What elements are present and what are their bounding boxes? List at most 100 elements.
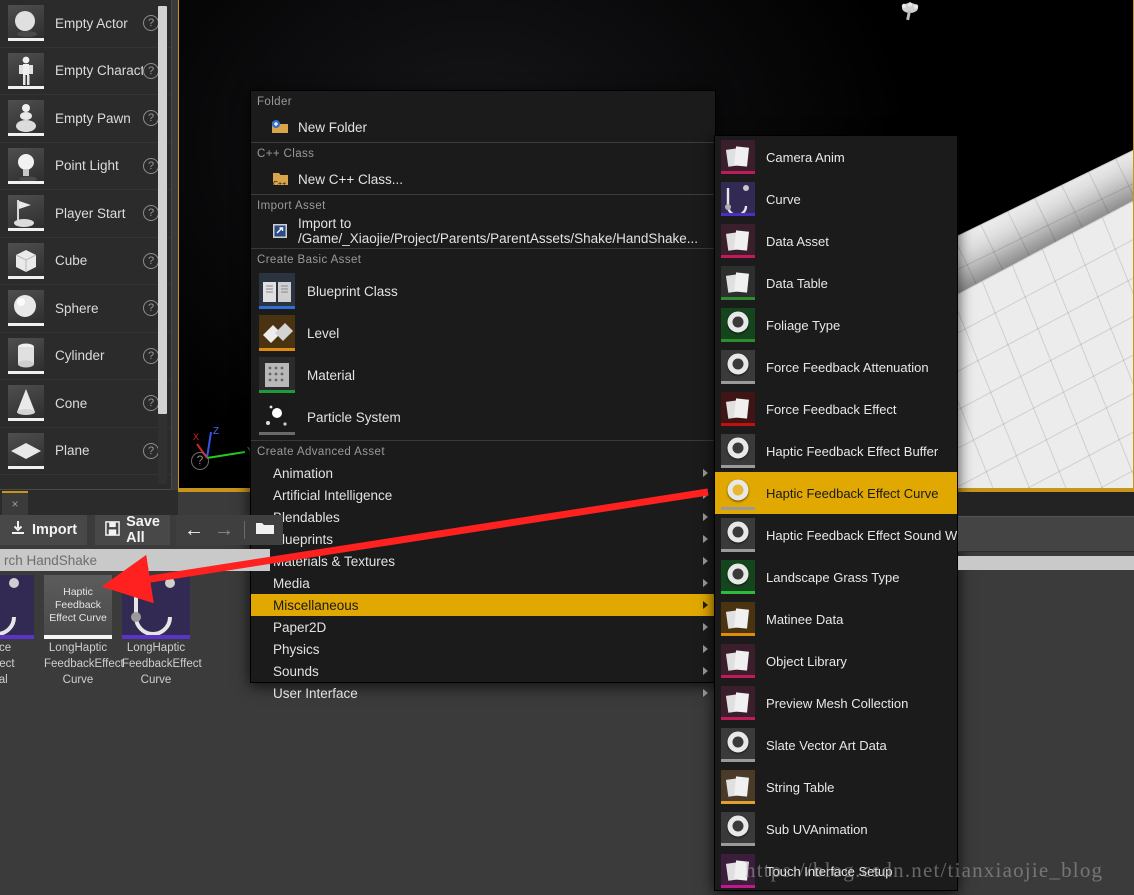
place-item-sphere[interactable]: Sphere?: [0, 285, 171, 333]
advanced-category-physics[interactable]: Physics: [251, 638, 715, 660]
submenu-item-object-library[interactable]: Object Library: [715, 640, 957, 682]
place-item-point-light[interactable]: Point Light?: [0, 143, 171, 190]
submenu-item-force-feedback-attenuation[interactable]: Force Feedback Attenuation: [715, 346, 957, 388]
content-browser-context-menu[interactable]: Folder New Folder C++ Class C++ New C++ Clas…: [250, 90, 716, 701]
context-heading-import-asset: Import Asset: [251, 194, 715, 216]
submenu-item-data-asset[interactable]: Data Asset: [715, 220, 957, 262]
submenu-item-foliage-type[interactable]: Foliage Type: [715, 304, 957, 346]
advanced-category-materials-textures[interactable]: Materials & Textures: [251, 550, 715, 572]
chevron-right-icon: [703, 469, 708, 477]
plane-icon: [8, 432, 44, 469]
submenu-item-haptic-feedback-effect-buffer[interactable]: Haptic Feedback Effect Buffer: [715, 430, 957, 472]
place-actors-panel: Empty Actor? Empty Charact? Empty Pawn? Poi…: [0, 0, 172, 490]
asset-name-line: FeedbackEffect: [122, 658, 202, 670]
context-item-import[interactable]: Import to /Game/_Xiaojie/Project/Parents…: [251, 216, 715, 246]
submenu-item-matinee-data[interactable]: Matinee Data: [715, 598, 957, 640]
submenu-item-label: Force Feedback Effect: [766, 401, 897, 417]
asset-name-line: LongHaptic: [126, 642, 186, 654]
help-icon[interactable]: ?: [143, 110, 159, 127]
advanced-category-artificial-intelligence[interactable]: Artificial Intelligence: [251, 484, 715, 506]
create-asset-blueprint-class[interactable]: Blueprint Class: [251, 270, 715, 312]
import-button[interactable]: Import: [0, 515, 88, 545]
help-icon[interactable]: ?: [143, 157, 159, 174]
help-icon[interactable]: ?: [143, 205, 159, 222]
submenu-item-label: Preview Mesh Collection: [766, 695, 909, 711]
content-browser-asset[interactable]: Haptic Feedback Effect Curve LongHaptic Feed…: [44, 575, 124, 690]
submenu-item-string-table[interactable]: String Table: [715, 766, 957, 808]
asset-name-line: FeedbackEffect: [44, 658, 124, 670]
place-item-empty-charact[interactable]: Empty Charact?: [0, 48, 171, 95]
help-icon[interactable]: ?: [143, 252, 159, 269]
submenu-item-camera-anim[interactable]: Camera Anim: [715, 136, 957, 178]
landscape-grass-type-icon: [721, 560, 755, 594]
character-icon: [8, 52, 44, 89]
place-item-cone[interactable]: Cone?: [0, 380, 171, 428]
context-item-cpp-class[interactable]: C++ New C++ Class...: [251, 164, 715, 194]
content-browser-search-input[interactable]: rch HandShake: [0, 549, 270, 571]
content-browser-asset[interactable]: orce Effect nal: [0, 575, 34, 690]
right-panel-toolbar-strip: [958, 516, 1134, 552]
submenu-item-force-feedback-effect[interactable]: Force Feedback Effect: [715, 388, 957, 430]
submenu-item-label: Object Library: [766, 653, 847, 669]
advanced-category-blendables[interactable]: Blendables: [251, 506, 715, 528]
place-item-cylinder[interactable]: Cylinder?: [0, 333, 171, 380]
content-browser-asset[interactable]: LongHaptic FeedbackEffect Curve: [122, 575, 202, 690]
submenu-item-label: Foliage Type: [766, 317, 841, 333]
create-asset-level[interactable]: Level: [251, 312, 715, 354]
advanced-category-blueprints[interactable]: Blueprints: [251, 528, 715, 550]
context-item-new-folder[interactable]: New Folder: [251, 112, 715, 142]
help-icon[interactable]: ?: [143, 442, 159, 459]
miscellaneous-submenu[interactable]: Camera Anim Curve Data Asset Data Table Foli…: [714, 135, 958, 891]
place-item-player-start[interactable]: Player Start?: [0, 190, 171, 238]
submenu-item-haptic-feedback-effect-sound-wave[interactable]: Haptic Feedback Effect Sound Wave: [715, 514, 957, 556]
create-asset-label: Blueprint Class: [307, 283, 398, 299]
place-item-cube[interactable]: Cube?: [0, 238, 171, 285]
advanced-category-animation[interactable]: Animation: [251, 462, 715, 484]
advanced-category-media[interactable]: Media: [251, 572, 715, 594]
viewport-mesh-object[interactable]: [897, 0, 923, 26]
right-panel-search-strip: [958, 556, 1134, 570]
asset-thumbnail[interactable]: [0, 575, 34, 639]
place-item-plane[interactable]: Plane?: [0, 428, 171, 475]
create-asset-particle-system[interactable]: Particle System: [251, 396, 715, 438]
help-icon[interactable]: ?: [143, 15, 159, 32]
submenu-item-label: Camera Anim: [766, 149, 845, 165]
advanced-category-label: Media: [273, 575, 310, 591]
asset-thumbnail-selected[interactable]: Haptic Feedback Effect Curve: [44, 575, 112, 639]
submenu-item-curve[interactable]: Curve: [715, 178, 957, 220]
content-browser-nav-group: ← →: [175, 515, 283, 545]
content-browser-tab-close[interactable]: ×: [2, 491, 28, 515]
help-icon[interactable]: ?: [143, 395, 159, 412]
submenu-item-sub-uvanimation[interactable]: Sub UVAnimation: [715, 808, 957, 850]
folder-icon[interactable]: [255, 520, 275, 541]
advanced-category-miscellaneous[interactable]: Miscellaneous: [251, 594, 715, 616]
advanced-category-user-interface[interactable]: User Interface: [251, 682, 715, 704]
advanced-category-paper2d[interactable]: Paper2D: [251, 616, 715, 638]
forward-arrow-icon[interactable]: →: [214, 520, 234, 540]
asset-thumbnail[interactable]: [122, 575, 190, 639]
back-arrow-icon[interactable]: ←: [184, 520, 204, 540]
help-icon[interactable]: ?: [143, 347, 159, 364]
place-item-empty-actor[interactable]: Empty Actor?: [0, 0, 171, 48]
place-panel-scroll-thumb[interactable]: [158, 6, 167, 414]
help-icon[interactable]: ?: [143, 62, 159, 79]
create-advanced-asset-list: Animation Artificial Intelligence Blendabl…: [251, 462, 715, 704]
create-asset-material[interactable]: Material: [251, 354, 715, 396]
help-icon[interactable]: ?: [143, 300, 159, 317]
viewport-help-icon[interactable]: ?: [191, 452, 209, 470]
blueprint-class-icon: [259, 273, 295, 309]
place-item-empty-pawn[interactable]: Empty Pawn?: [0, 95, 171, 143]
sphere-icon: [8, 290, 44, 327]
submenu-item-label: Data Asset: [766, 233, 829, 249]
place-panel-scrollbar[interactable]: [158, 6, 167, 484]
context-heading-folder: Folder: [257, 96, 292, 108]
submenu-item-preview-mesh-collection[interactable]: Preview Mesh Collection: [715, 682, 957, 724]
submenu-item-data-table[interactable]: Data Table: [715, 262, 957, 304]
advanced-category-sounds[interactable]: Sounds: [251, 660, 715, 682]
submenu-item-landscape-grass-type[interactable]: Landscape Grass Type: [715, 556, 957, 598]
save-all-button[interactable]: Save All: [95, 514, 170, 546]
submenu-item-haptic-feedback-effect-curve[interactable]: Haptic Feedback Effect Curve: [715, 472, 957, 514]
advanced-category-label: Artificial Intelligence: [273, 487, 393, 503]
submenu-item-slate-vector-art-data[interactable]: Slate Vector Art Data: [715, 724, 957, 766]
asset-name-line: Curve: [62, 674, 94, 686]
